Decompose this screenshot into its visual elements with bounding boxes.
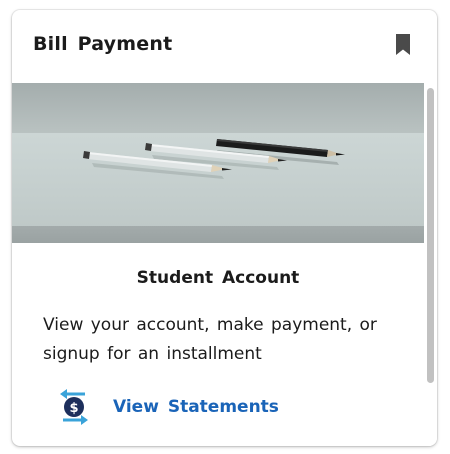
card-body: Student Account View your account, make … xyxy=(12,83,437,446)
svg-text:$: $ xyxy=(69,401,78,416)
view-statements-label: View Statements xyxy=(113,397,279,417)
bookmark-icon[interactable] xyxy=(395,34,411,55)
card-title: Bill Payment xyxy=(33,33,173,55)
dollar-exchange-icon: $ xyxy=(60,389,88,425)
card-header: Bill Payment xyxy=(12,10,437,83)
description-text: View your account, make payment, or sign… xyxy=(43,315,377,364)
section-title: Student Account xyxy=(136,268,300,288)
scrollbar-track[interactable] xyxy=(424,83,437,446)
scrollbar-thumb[interactable] xyxy=(427,88,434,383)
pencils-on-table-image xyxy=(12,83,424,243)
view-statements-link[interactable]: $ View Statements xyxy=(57,387,279,427)
bill-payment-card: Bill Payment Student Account View your a… xyxy=(12,10,437,446)
